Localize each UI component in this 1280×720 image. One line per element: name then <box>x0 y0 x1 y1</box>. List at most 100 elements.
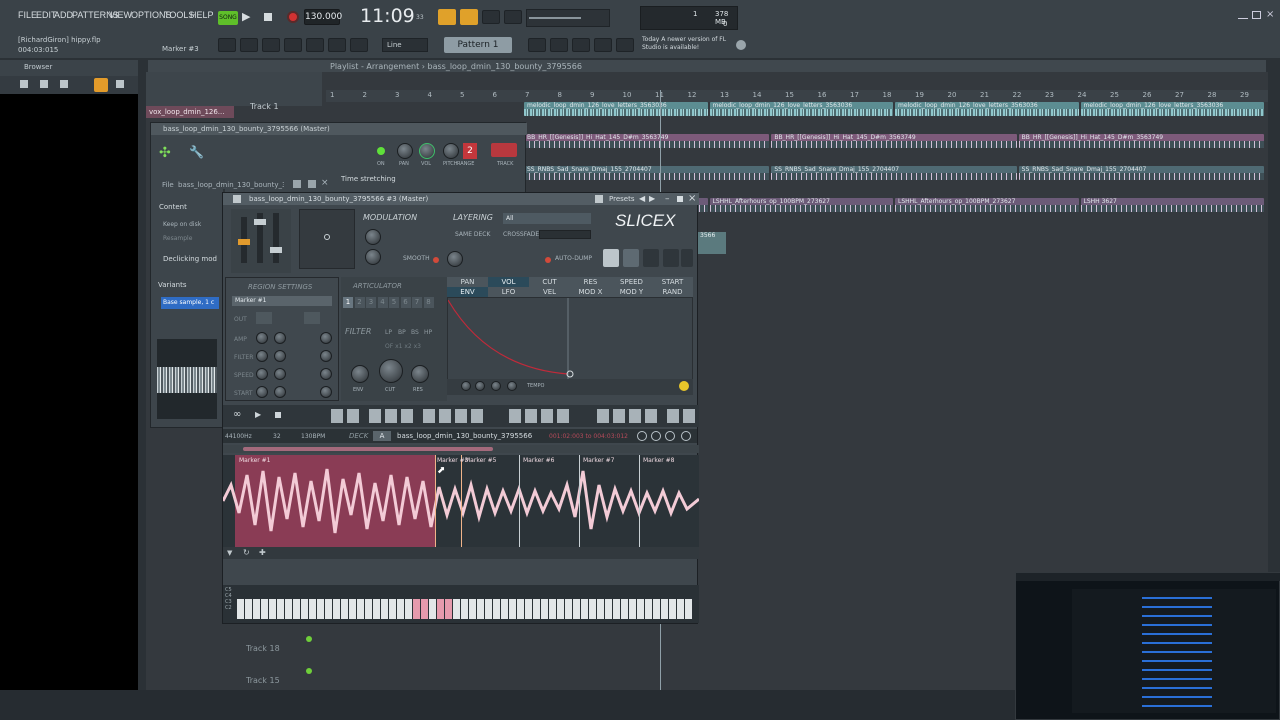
playlist-clip[interactable]: LSHHL_Afterhours_op_100BPM_273627 <box>709 198 893 212</box>
start-knob-3[interactable] <box>320 386 332 398</box>
slicex-gear-icon[interactable] <box>233 195 241 203</box>
resample-checkbox[interactable]: Resample <box>163 235 192 242</box>
articulator-slot[interactable]: 2 <box>354 297 365 308</box>
deck-a-button[interactable]: A <box>373 431 391 441</box>
view-3-icon[interactable] <box>663 249 679 267</box>
browser-search-icon[interactable] <box>60 80 68 88</box>
pattern-tab[interactable]: vox_loop_dmin_126... <box>146 106 234 118</box>
speed-knob-2[interactable] <box>274 368 286 380</box>
amp-knob-2[interactable] <box>274 332 286 344</box>
waveform-scrollbar[interactable] <box>223 445 699 453</box>
piano-key[interactable] <box>493 599 500 619</box>
envelope-tab[interactable]: MOD X <box>570 287 611 297</box>
piano-icon[interactable] <box>603 249 619 267</box>
piano-key[interactable] <box>677 599 684 619</box>
declicking-select[interactable]: Declicking mod <box>163 255 217 263</box>
filter-oversampling[interactable]: OF x1 x2 x3 <box>385 343 421 350</box>
preset-prev-icon[interactable]: ◀ <box>639 193 645 205</box>
piano-key[interactable] <box>525 599 532 619</box>
piano-key[interactable] <box>357 599 364 619</box>
marker-1-label[interactable]: Marker #1 <box>239 457 271 464</box>
piano-key[interactable] <box>597 599 604 619</box>
settings-icon[interactable] <box>681 431 691 441</box>
tool-18-icon[interactable] <box>683 409 695 423</box>
tool-15-icon[interactable] <box>629 409 641 423</box>
piano-key[interactable] <box>253 599 260 619</box>
piano-key[interactable] <box>645 599 652 619</box>
piano-key[interactable] <box>573 599 580 619</box>
filter-knob-1[interactable] <box>256 350 268 362</box>
piano-key[interactable] <box>637 599 644 619</box>
time-stretching-label[interactable]: Time stretching <box>341 175 396 183</box>
speed-knob-1[interactable] <box>256 368 268 380</box>
record-tool-icon[interactable] <box>423 409 435 423</box>
start-knob-1[interactable] <box>256 386 268 398</box>
zoom-out-icon[interactable] <box>637 431 647 441</box>
piano-key[interactable] <box>557 599 564 619</box>
env-knob[interactable] <box>351 365 369 383</box>
countdown-icon[interactable] <box>504 10 522 24</box>
online-icon[interactable] <box>594 38 612 52</box>
piano-roll-icon[interactable] <box>240 38 258 52</box>
playlist-clip[interactable]: BB_HR_[[Genesis]]_Hi_Hat_145_D#m_3563749 <box>771 134 1017 148</box>
envelope-tab[interactable]: ENV <box>447 287 488 297</box>
presets-icon[interactable] <box>595 195 603 203</box>
filter-type[interactable]: HP <box>424 329 432 336</box>
channel-on-led[interactable] <box>377 147 385 155</box>
speed-knob-3[interactable] <box>320 368 332 380</box>
wrench-icon[interactable]: 🔧 <box>189 145 204 159</box>
marker-8-label[interactable]: Marker #8 <box>643 457 675 464</box>
channel-rack-icon[interactable] <box>262 38 280 52</box>
piano-key[interactable] <box>341 599 348 619</box>
layer-select[interactable]: All <box>503 213 591 224</box>
piano-key[interactable] <box>261 599 268 619</box>
piano-key[interactable] <box>325 599 332 619</box>
piano-key[interactable] <box>445 599 452 619</box>
region-out2-field[interactable] <box>304 312 320 324</box>
loop-icon[interactable]: ∞ <box>233 409 241 420</box>
marker-line-3[interactable] <box>435 455 436 547</box>
fader-3-handle[interactable] <box>270 247 282 253</box>
region-out-field[interactable] <box>256 312 272 324</box>
piano-key[interactable] <box>237 599 244 619</box>
news-icon[interactable] <box>616 38 634 52</box>
articulator-slot[interactable]: 5 <box>389 297 399 308</box>
marker-line-6[interactable] <box>519 455 520 547</box>
marker-line-5[interactable] <box>461 455 462 547</box>
envelope-tab[interactable]: MOD Y <box>611 287 652 297</box>
piano-key[interactable] <box>589 599 596 619</box>
waveform-view[interactable]: Marker #1 Marker #3 Marker #5 Marker #6 … <box>223 455 699 547</box>
piano-key[interactable] <box>277 599 284 619</box>
playlist-clip[interactable]: SS_RNBS_Sad_Snare_Dmaj_155_2704407 <box>1018 166 1264 180</box>
piano-key[interactable] <box>301 599 308 619</box>
track-15-led[interactable] <box>306 668 312 674</box>
open-file-icon[interactable] <box>293 180 301 188</box>
piano-key[interactable] <box>621 599 628 619</box>
env-rel-knob[interactable] <box>507 381 517 391</box>
smooth-knob[interactable] <box>447 251 463 267</box>
footer-loop-icon[interactable]: ↻ <box>243 548 250 557</box>
marker-6-label[interactable]: Marker #6 <box>523 457 555 464</box>
piano-key[interactable] <box>533 599 540 619</box>
start-knob-2[interactable] <box>274 386 286 398</box>
news-text[interactable]: Today A newer version of FL Studio is av… <box>642 36 732 52</box>
zoom-fit-icon[interactable] <box>651 431 661 441</box>
envelope-snap-icon[interactable] <box>679 381 689 391</box>
articulator-slot[interactable]: 3 <box>366 297 376 308</box>
playlist-icon[interactable] <box>218 38 236 52</box>
browser-folder-icon[interactable] <box>40 80 48 88</box>
playlist-clip[interactable]: SS_RNBS_Sad_Snare_Dmaj_155_2704407 <box>524 166 770 180</box>
menu-add[interactable]: ADD <box>54 10 73 20</box>
same-deck-toggle[interactable]: SAME DECK <box>455 231 490 238</box>
playlist-clip[interactable]: BB_HR_[[Genesis]]_Hi_Hat_145_D#m_3563749 <box>1018 134 1264 148</box>
marker-5-label[interactable]: Marker #5 <box>465 457 497 464</box>
marker-line-8[interactable] <box>639 455 640 547</box>
piano-key[interactable] <box>405 599 412 619</box>
amp-knob-1[interactable] <box>256 332 268 344</box>
news-settings-icon[interactable] <box>736 40 746 50</box>
slicex-close-icon[interactable]: × <box>688 193 696 205</box>
piano-key[interactable] <box>437 599 444 619</box>
auto-dump-led[interactable] <box>545 257 551 263</box>
mixer-icon[interactable] <box>284 38 302 52</box>
tool-17-icon[interactable] <box>667 409 679 423</box>
